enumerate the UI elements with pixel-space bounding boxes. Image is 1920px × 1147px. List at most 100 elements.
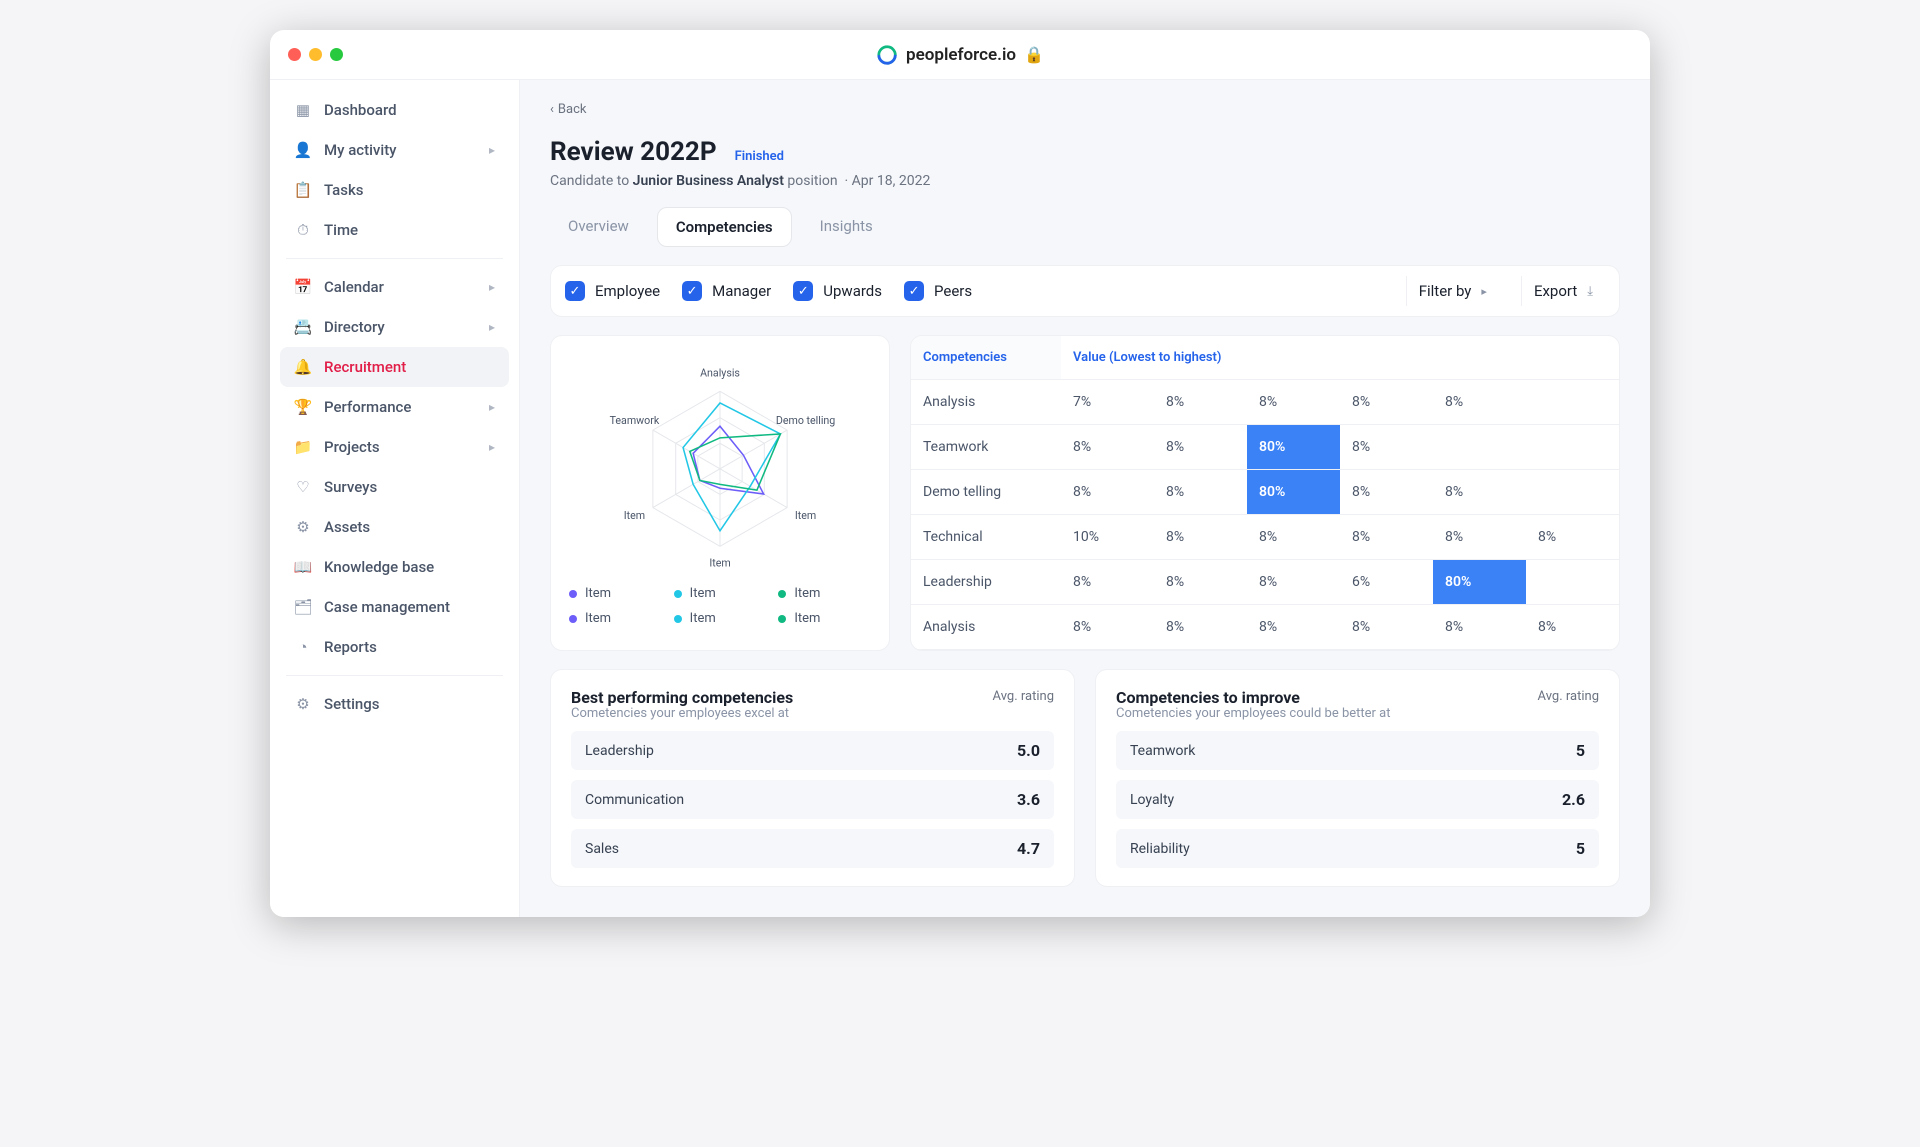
minimize-icon[interactable] <box>309 48 322 61</box>
table-cell: 80% <box>1433 560 1526 604</box>
page-date: Apr 18, 2022 <box>852 173 931 189</box>
sidebar-item-label: Tasks <box>324 181 364 199</box>
radar-chart: AnalysisDemo tellingItemItemItemTeamwork <box>565 354 875 574</box>
filter-by-button[interactable]: Filter by▸ <box>1406 276 1499 306</box>
table-row: Analysis7%8%8%8%8% <box>911 380 1619 425</box>
table-cell: 8% <box>1247 560 1340 604</box>
close-icon[interactable] <box>288 48 301 61</box>
row-name: Demo telling <box>911 470 1061 514</box>
table-cell: 8% <box>1061 425 1154 469</box>
legend-dot-icon <box>569 615 577 623</box>
filter-check-upwards[interactable]: ✓Upwards <box>793 281 882 301</box>
table-cell <box>1526 470 1619 514</box>
panel-subtitle: Cometencies your employees could be bett… <box>1116 706 1599 721</box>
chevron-right-icon: ▸ <box>489 143 495 157</box>
table-row: Leadership8%8%8%6%80% <box>911 560 1619 605</box>
svg-text:Demo telling: Demo telling <box>776 414 835 427</box>
table-cell: 8% <box>1154 380 1247 424</box>
row-name: Analysis <box>911 380 1061 424</box>
app-window: peopleforce.io 🔒 ▦Dashboard👤My activity▸… <box>270 30 1650 917</box>
bell-icon: 🔔 <box>294 358 312 376</box>
checkbox-icon: ✓ <box>904 281 924 301</box>
sidebar-item-time[interactable]: ⏱Time <box>280 210 509 250</box>
logo-icon <box>876 44 898 66</box>
legend-dot-icon <box>569 590 577 598</box>
folder-icon: 📁 <box>294 438 312 456</box>
table-cell <box>1526 560 1619 604</box>
tab-competencies[interactable]: Competencies <box>657 207 792 247</box>
legend-dot-icon <box>778 615 786 623</box>
legend-item: Item <box>569 611 662 626</box>
svg-text:Item: Item <box>709 557 730 570</box>
checkbox-icon: ✓ <box>682 281 702 301</box>
sidebar-item-reports[interactable]: ◔ Reports <box>280 627 509 667</box>
filter-check-peers[interactable]: ✓Peers <box>904 281 972 301</box>
status-badge: Finished <box>735 149 784 164</box>
sidebar-item-directory[interactable]: 📇Directory▸ <box>280 307 509 347</box>
table-cell <box>1433 425 1526 469</box>
filter-toolbar: ✓Employee ✓Manager ✓Upwards ✓Peers Filter by… <box>550 265 1620 317</box>
table-cell: 8% <box>1061 470 1154 514</box>
download-icon: ⤓ <box>1587 284 1593 299</box>
sidebar-item-knowledge-base[interactable]: 📖Knowledge base <box>280 547 509 587</box>
sidebar-item-recruitment[interactable]: 🔔Recruitment <box>280 347 509 387</box>
tab-insights[interactable]: Insights <box>802 207 891 247</box>
grid-icon: ▦ <box>294 101 312 119</box>
sidebar-item-dashboard[interactable]: ▦Dashboard <box>280 90 509 130</box>
table-cell: 8% <box>1154 605 1247 649</box>
tab-overview[interactable]: Overview <box>550 207 647 247</box>
table-cell: 8% <box>1154 560 1247 604</box>
table-cell: 8% <box>1061 605 1154 649</box>
gear-icon: ⚙ <box>294 695 312 713</box>
sidebar-item-projects[interactable]: 📁Projects▸ <box>280 427 509 467</box>
sidebar-item-case-management[interactable]: 🗂 Case management <box>280 587 509 627</box>
table-cell: 8% <box>1340 380 1433 424</box>
best-competencies-panel: Best performing competencies Avg. rating… <box>550 669 1075 887</box>
sidebar-item-surveys[interactable]: ♡Surveys <box>280 467 509 507</box>
table-cell <box>1526 425 1619 469</box>
checkbox-icon: ✓ <box>565 281 585 301</box>
filter-check-employee[interactable]: ✓Employee <box>565 281 660 301</box>
tabs: OverviewCompetenciesInsights <box>550 207 1620 247</box>
sidebar-item-label: Surveys <box>324 478 377 496</box>
table-row: Technical10%8%8%8%8%8% <box>911 515 1619 560</box>
competencies-table: CompetenciesValue (Lowest to highest)Ana… <box>910 335 1620 651</box>
legend-item: Item <box>569 586 662 601</box>
legend-item: Item <box>778 586 871 601</box>
back-button[interactable]: ‹ Back <box>550 96 1620 123</box>
sidebar-item-tasks[interactable]: 📋Tasks <box>280 170 509 210</box>
chevron-left-icon: ‹ <box>550 102 554 117</box>
trophy-icon: 🏆 <box>294 398 312 416</box>
sidebar-item-label: Directory <box>324 318 385 336</box>
table-header-value: Value (Lowest to highest) <box>1061 336 1619 379</box>
svg-text:Teamwork: Teamwork <box>610 414 660 427</box>
table-cell: 8% <box>1154 425 1247 469</box>
sidebar-item-assets[interactable]: ⚙Assets <box>280 507 509 547</box>
export-button[interactable]: Export⤓ <box>1521 276 1605 306</box>
table-cell: 80% <box>1247 470 1340 514</box>
sidebar-item-label: Reports <box>324 638 377 656</box>
filter-check-manager[interactable]: ✓Manager <box>682 281 771 301</box>
table-cell <box>1526 380 1619 424</box>
table-header-competencies: Competencies <box>911 336 1061 379</box>
sidebar-item-label: Time <box>324 221 358 239</box>
table-cell: 8% <box>1247 605 1340 649</box>
pie-icon: ◔ <box>294 638 312 656</box>
sidebar-item-label: Case management <box>324 598 450 616</box>
table-row: Demo telling8%8%80%8%8% <box>911 470 1619 515</box>
sidebar-item-my-activity[interactable]: 👤My activity▸ <box>280 130 509 170</box>
table-cell: 8% <box>1340 605 1433 649</box>
table-row: Teamwork8%8%80%8% <box>911 425 1619 470</box>
table-cell: 8% <box>1247 380 1340 424</box>
row-name: Analysis <box>911 605 1061 649</box>
chevron-right-icon: ▸ <box>1481 285 1487 298</box>
case-icon: 🗂 <box>294 598 312 616</box>
maximize-icon[interactable] <box>330 48 343 61</box>
svg-text:Item: Item <box>795 509 816 522</box>
sidebar-item-performance[interactable]: 🏆Performance▸ <box>280 387 509 427</box>
sidebar-item-settings[interactable]: ⚙Settings <box>280 684 509 724</box>
legend-item: Item <box>674 611 767 626</box>
chevron-right-icon: ▸ <box>489 320 495 334</box>
sidebar-item-calendar[interactable]: 📅Calendar▸ <box>280 267 509 307</box>
table-cell: 8% <box>1340 425 1433 469</box>
